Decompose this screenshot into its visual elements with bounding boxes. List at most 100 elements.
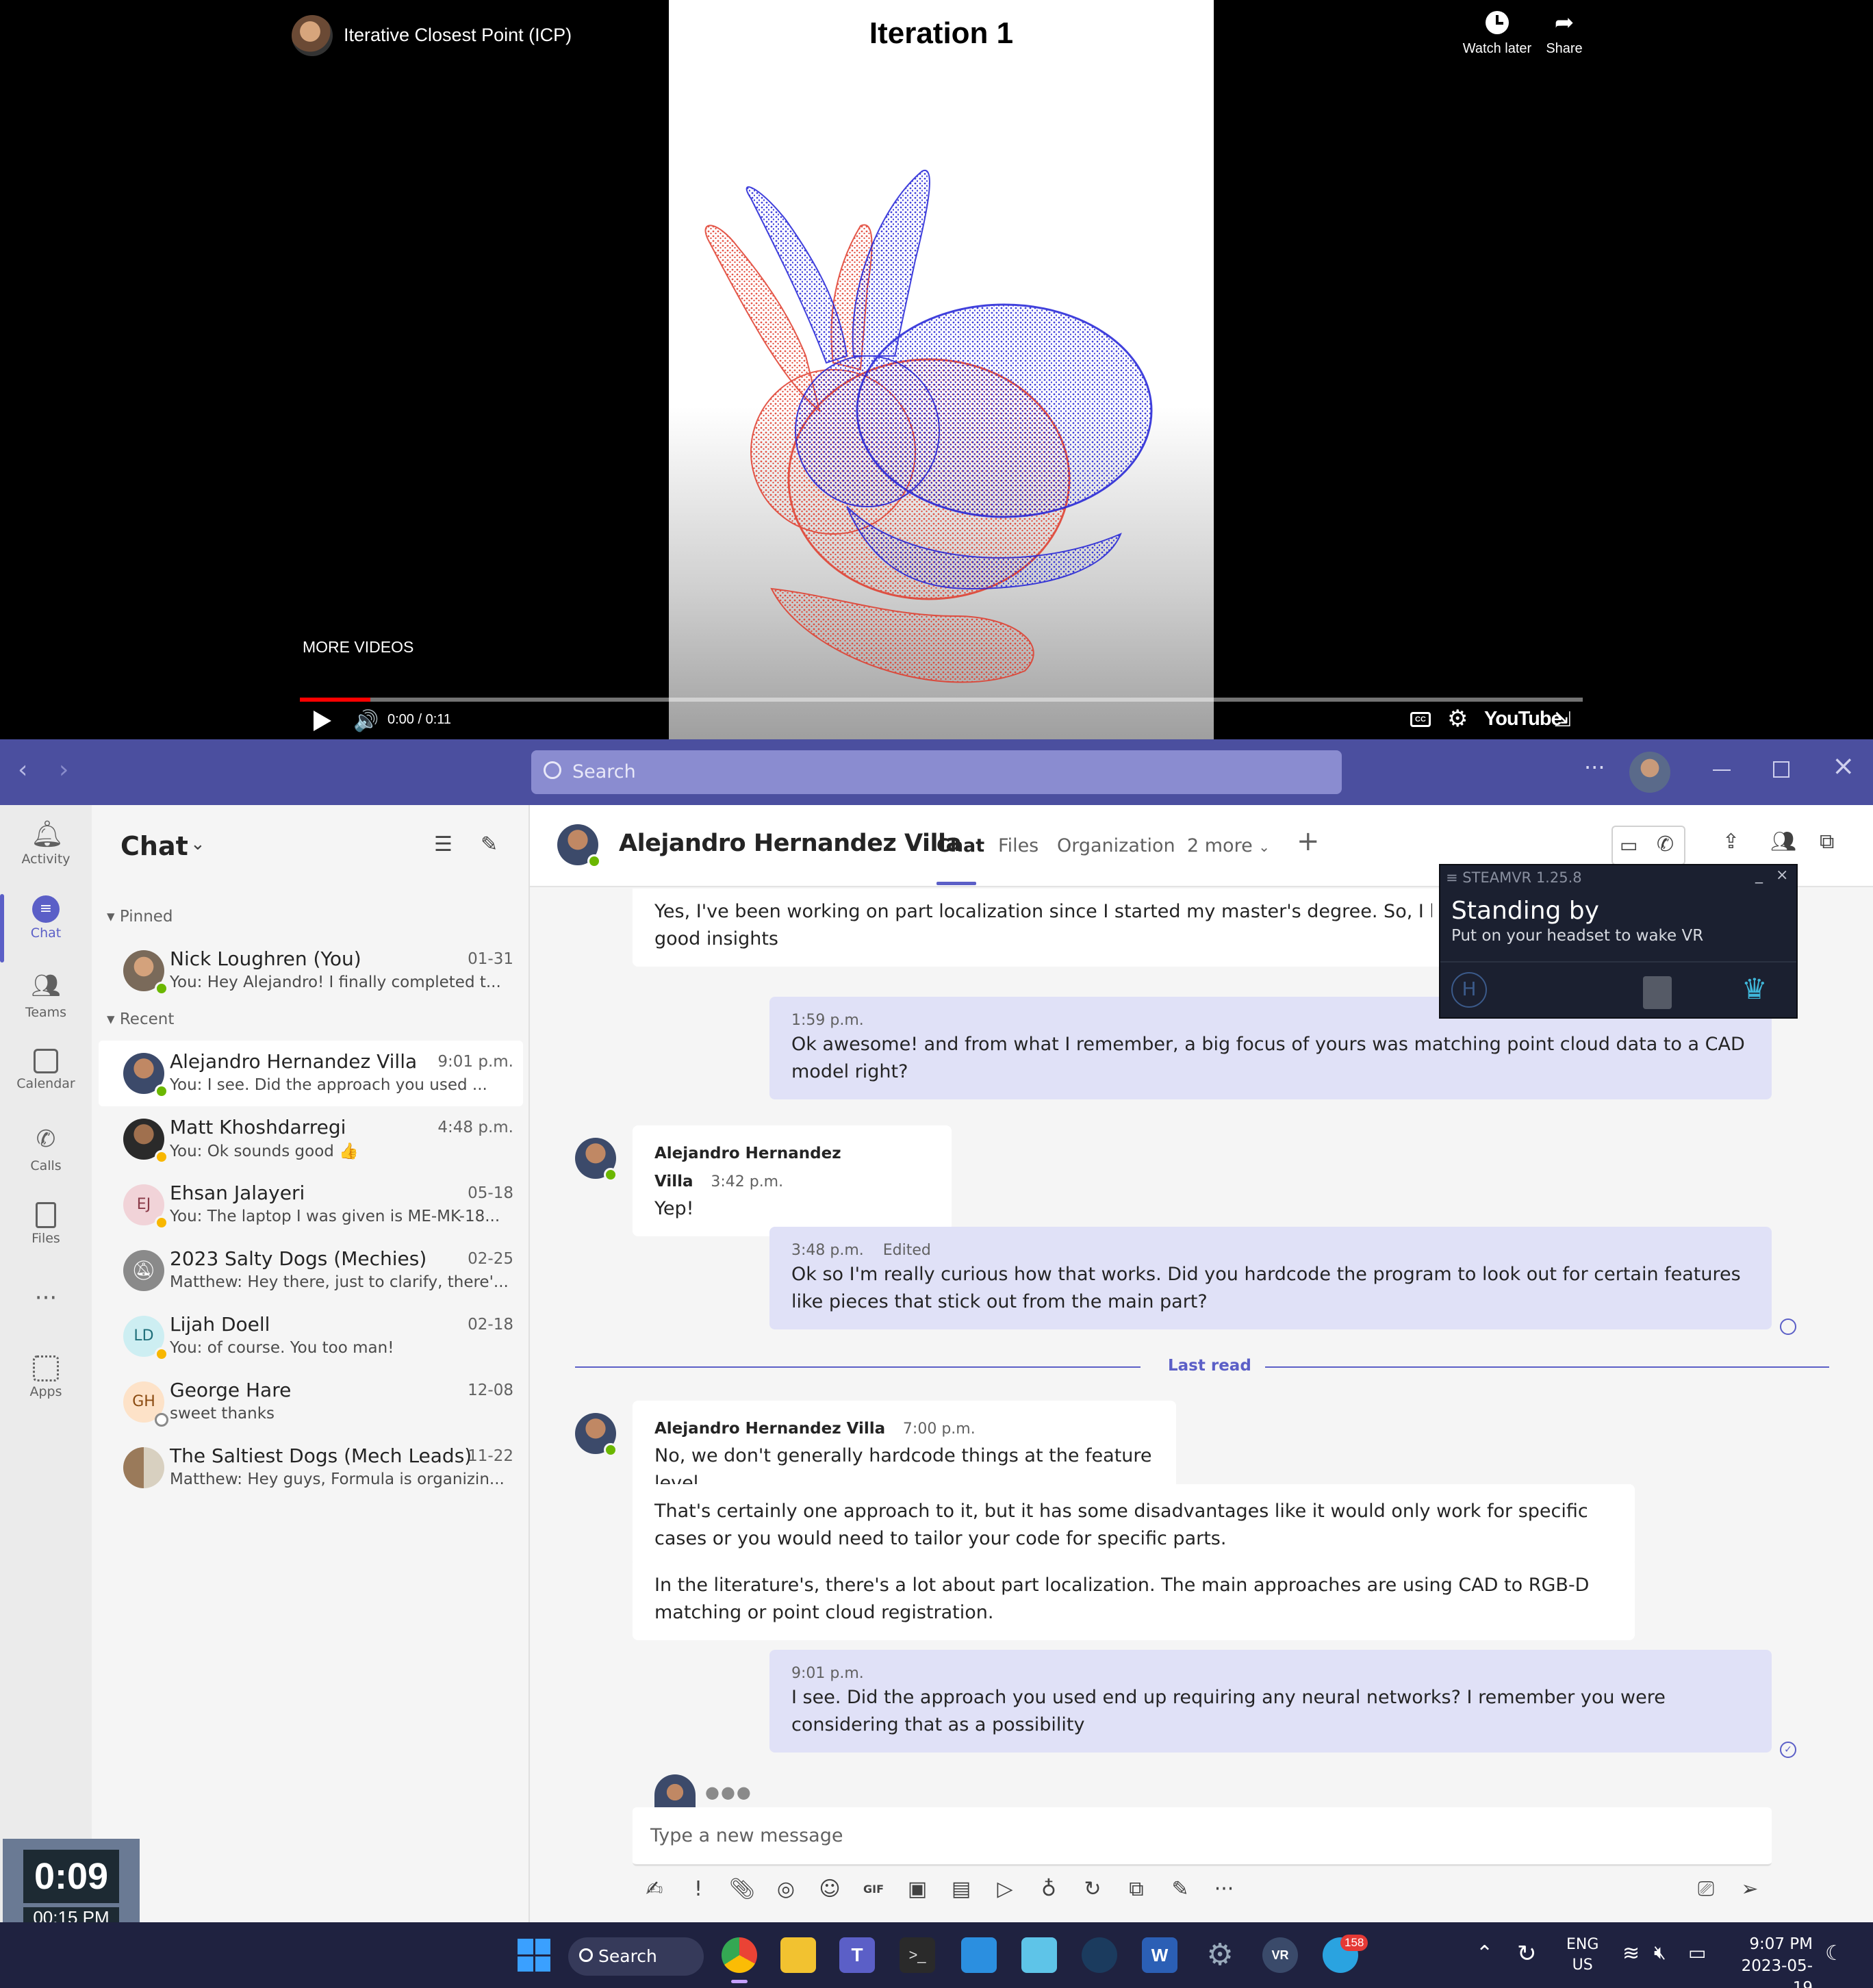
- add-people-icon[interactable]: 👥︎: [1770, 830, 1796, 854]
- notepad-icon[interactable]: [1021, 1937, 1057, 1973]
- chat-list-title[interactable]: Chat: [120, 831, 188, 861]
- rail-chat[interactable]: ≡ Chat: [0, 895, 92, 941]
- timer-widget[interactable]: 0:09 00:15 PM: [3, 1839, 140, 1922]
- sticker-icon[interactable]: ▣: [904, 1876, 931, 1903]
- steamvr-app-icon[interactable]: VR: [1262, 1937, 1298, 1973]
- chrome-icon[interactable]: [722, 1937, 757, 1973]
- send-forward-icon[interactable]: ▷: [991, 1876, 1019, 1903]
- file-explorer-icon[interactable]: [780, 1937, 816, 1973]
- tab-chat[interactable]: Chat: [936, 835, 984, 856]
- start-button[interactable]: [518, 1939, 550, 1972]
- format-icon[interactable]: ✍: [641, 1876, 668, 1903]
- rail-calendar[interactable]: Calendar: [0, 1049, 92, 1091]
- add-tab-icon[interactable]: +: [1297, 826, 1320, 857]
- more-options-icon[interactable]: ···: [1584, 754, 1605, 780]
- steamvr-window[interactable]: ≡ STEAMVR 1.25.8 _ × Standing by Put on …: [1439, 864, 1798, 1019]
- minimize-icon[interactable]: [1713, 769, 1731, 771]
- gif-icon[interactable]: GIF: [860, 1876, 887, 1903]
- chat-row[interactable]: 🔕︎ 2023 Salty Dogs (Mechies) 02-25 Matth…: [99, 1238, 523, 1303]
- close-window-icon[interactable]: ×: [1832, 750, 1855, 782]
- message-received[interactable]: In the literature's, there's a lot about…: [633, 1558, 1635, 1640]
- message-sent[interactable]: 3:48 p.m. Edited Ok so I'm really curiou…: [769, 1227, 1772, 1329]
- apps-icon[interactable]: ⧉: [1123, 1876, 1150, 1903]
- emoji-icon[interactable]: ☺: [816, 1876, 843, 1903]
- chevron-down-icon[interactable]: ⌄: [190, 834, 205, 854]
- vscode-icon[interactable]: [961, 1937, 997, 1973]
- message-sent[interactable]: 9:01 p.m. I see. Did the approach you us…: [769, 1650, 1772, 1753]
- search-box[interactable]: Search: [531, 750, 1342, 794]
- share-screen-icon[interactable]: ⇪: [1722, 830, 1740, 854]
- message-received[interactable]: Yes, I've been working on part localizat…: [633, 889, 1454, 967]
- profile-avatar[interactable]: [1629, 752, 1670, 793]
- share-button[interactable]: ➦ Share: [1540, 11, 1588, 57]
- steamvr-minimize-icon[interactable]: _: [1755, 867, 1763, 884]
- sync-icon[interactable]: ↻: [1517, 1940, 1537, 1967]
- channel-avatar[interactable]: [292, 15, 333, 56]
- compose-box[interactable]: Type a new message: [633, 1807, 1772, 1866]
- steam-icon[interactable]: [1082, 1937, 1117, 1973]
- back-arrow-icon[interactable]: ‹: [18, 756, 27, 784]
- chat-row[interactable]: Matt Khoshdarregi 4:48 p.m. You: Ok soun…: [99, 1106, 523, 1172]
- praise-icon[interactable]: ♁: [1035, 1876, 1062, 1903]
- settings-gear-icon[interactable]: ⚙: [1447, 705, 1468, 732]
- message-received[interactable]: That's certainly one approach to it, but…: [633, 1484, 1635, 1566]
- youtube-logo[interactable]: YouTube: [1484, 708, 1562, 730]
- schedule-meeting-icon[interactable]: ▤: [947, 1876, 975, 1903]
- filter-icon[interactable]: ☰: [434, 832, 453, 856]
- teams-icon[interactable]: T: [839, 1937, 875, 1973]
- more-actions-icon[interactable]: ···: [1210, 1876, 1238, 1903]
- volume-muted-icon[interactable]: 🔇︎: [1654, 1941, 1666, 1964]
- video-title[interactable]: Iterative Closest Point (ICP): [344, 25, 572, 46]
- play-button[interactable]: [314, 711, 331, 731]
- approvals-icon[interactable]: ✎: [1167, 1876, 1194, 1903]
- new-chat-icon[interactable]: ✎: [481, 832, 498, 856]
- loop-icon[interactable]: ◎: [772, 1876, 800, 1903]
- rail-more[interactable]: ···: [0, 1284, 92, 1312]
- battery-icon[interactable]: ▭: [1688, 1941, 1706, 1964]
- tab-files[interactable]: Files: [998, 835, 1039, 856]
- rail-activity[interactable]: 🔔︎ Activity: [0, 819, 92, 867]
- video-call-icon[interactable]: ▭: [1620, 834, 1638, 856]
- rail-calls[interactable]: ✆ Calls: [0, 1125, 92, 1173]
- forward-arrow-icon[interactable]: ›: [59, 756, 68, 784]
- video-progress-track[interactable]: [300, 698, 1583, 702]
- tab-more[interactable]: 2 more ⌄: [1187, 835, 1270, 856]
- audio-call-icon[interactable]: ✆: [1657, 832, 1674, 856]
- chat-row[interactable]: GH George Hare 12-08 sweet thanks: [99, 1369, 523, 1435]
- attach-icon[interactable]: 📎︎: [728, 1876, 756, 1903]
- steamvr-close-icon[interactable]: ×: [1776, 867, 1788, 884]
- pop-out-icon[interactable]: ⧉: [1820, 830, 1834, 854]
- settings-gear-icon[interactable]: ⚙: [1202, 1937, 1238, 1973]
- clock[interactable]: 9:07 PM 2023-05-19: [1731, 1933, 1813, 1988]
- important-icon[interactable]: !: [685, 1876, 712, 1903]
- focus-moon-icon[interactable]: ☾: [1825, 1941, 1844, 1965]
- terminal-icon[interactable]: >_: [900, 1937, 935, 1973]
- chat-row[interactable]: EJ Ehsan Jalayeri 05-18 You: The laptop …: [99, 1172, 523, 1238]
- word-icon[interactable]: W: [1142, 1937, 1177, 1973]
- contact-name[interactable]: Alejandro Hernandez Villa: [619, 830, 962, 857]
- chat-row-selected[interactable]: Alejandro Hernandez Villa 9:01 p.m. You:…: [99, 1041, 523, 1106]
- chat-row[interactable]: The Saltiest Dogs (Mech Leads) 11-22 Mat…: [99, 1435, 523, 1501]
- more-videos-button[interactable]: MORE VIDEOS: [303, 638, 413, 657]
- taskbar-search[interactable]: Search: [568, 1937, 704, 1976]
- recent-section-label[interactable]: ▾ Recent: [107, 1010, 174, 1028]
- tab-organization[interactable]: Organization: [1057, 835, 1175, 856]
- wifi-icon[interactable]: ≋: [1622, 1941, 1640, 1965]
- message-received[interactable]: Alejandro Hernandez Villa 3:42 p.m. Yep!: [633, 1125, 952, 1236]
- pinned-section-label[interactable]: ▾ Pinned: [107, 908, 173, 926]
- loop-refresh-icon[interactable]: ↻: [1079, 1876, 1106, 1903]
- captions-icon[interactable]: CC: [1410, 712, 1431, 727]
- rail-apps[interactable]: Apps: [0, 1355, 92, 1399]
- rail-files[interactable]: Files: [0, 1202, 92, 1246]
- restore-icon[interactable]: [1773, 761, 1789, 778]
- tray-overflow-icon[interactable]: ⌃: [1476, 1941, 1493, 1965]
- volume-icon[interactable]: 🔊: [353, 709, 379, 733]
- chat-row-pinned[interactable]: Nick Loughren (You) 01-31 You: Hey Aleja…: [99, 938, 523, 1004]
- exit-fullscreen-icon[interactable]: ⇲: [1554, 708, 1571, 732]
- rail-teams[interactable]: 👥︎ Teams: [0, 972, 92, 1020]
- video-clip-icon[interactable]: ⎚: [1692, 1876, 1720, 1903]
- language-indicator[interactable]: ENG US: [1566, 1935, 1598, 1976]
- send-icon[interactable]: ➢: [1736, 1876, 1763, 1903]
- chat-row[interactable]: LD Lijah Doell 02-18 You: of course. You…: [99, 1303, 523, 1369]
- watch-later-button[interactable]: Watch later: [1460, 11, 1535, 57]
